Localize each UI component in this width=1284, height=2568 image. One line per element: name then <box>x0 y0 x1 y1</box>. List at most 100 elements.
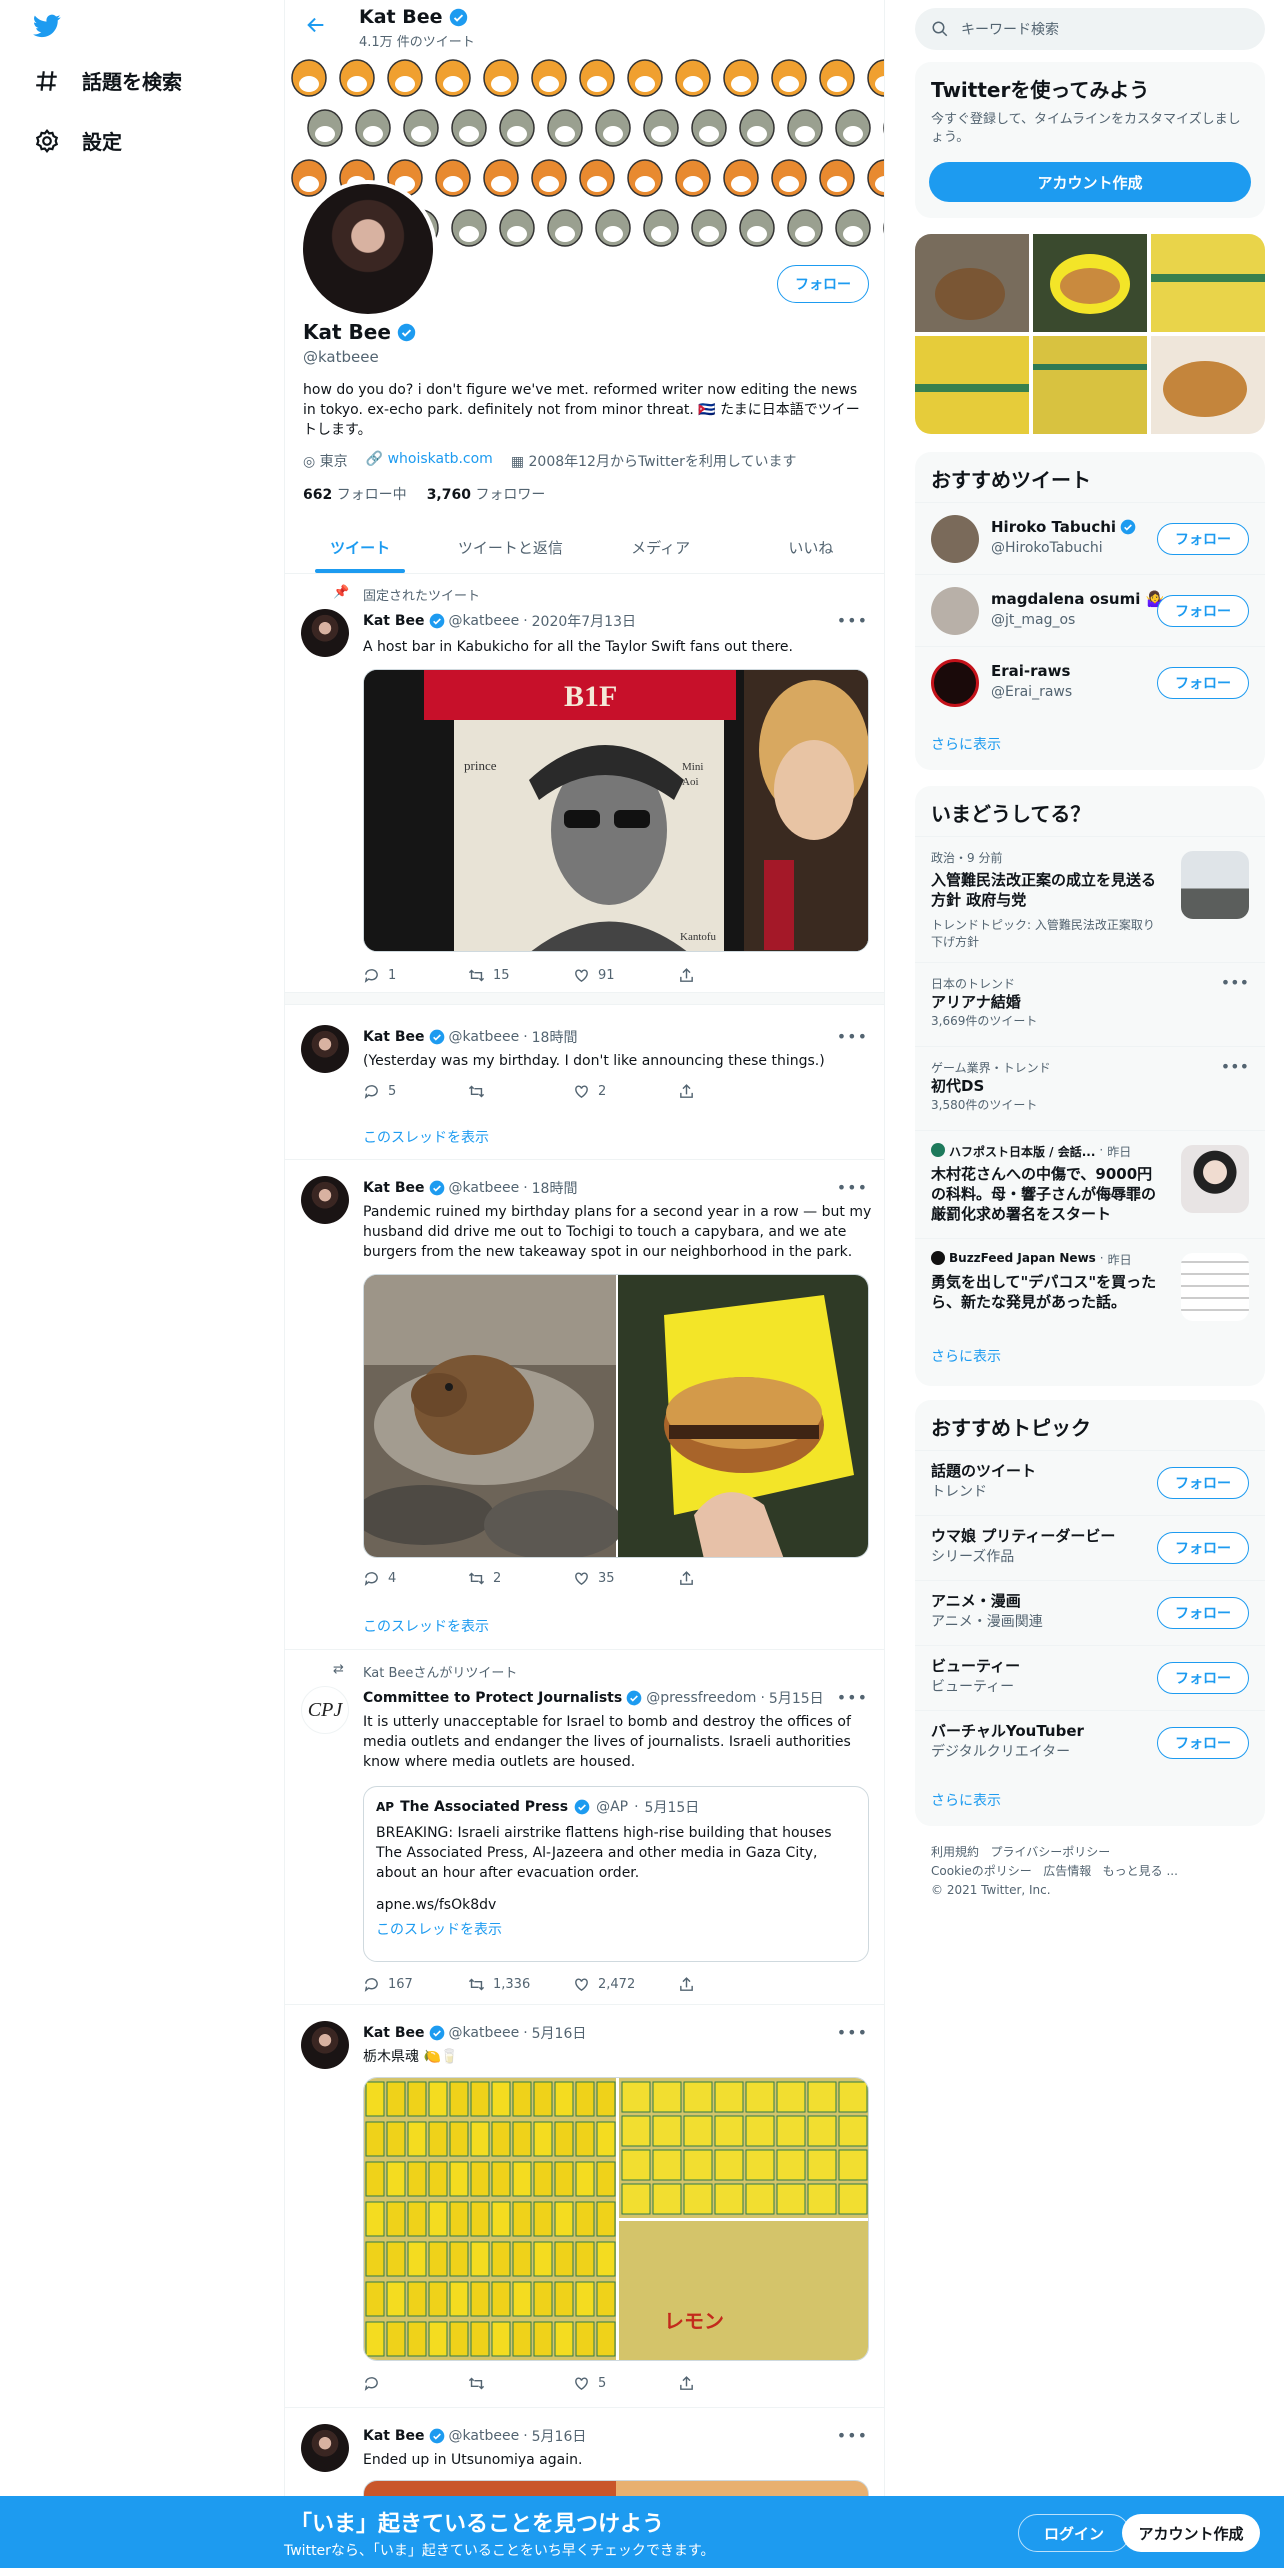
cpj-avatar[interactable]: CPJ <box>301 1686 349 1734</box>
twitter-logo-icon[interactable] <box>30 12 64 40</box>
follow-button[interactable]: フォロー <box>1157 1467 1249 1499</box>
tweet-capybara[interactable]: Kat Bee @katbeee · 18時間 ••• Pandemic rui… <box>285 1160 884 1650</box>
tweet-time[interactable]: 5月16日 <box>532 2426 587 2446</box>
back-arrow-icon[interactable] <box>305 14 327 36</box>
signup-button[interactable]: アカウント作成 <box>1122 2514 1260 2552</box>
retweet-action[interactable]: 15 <box>468 967 573 984</box>
follow-button[interactable]: フォロー <box>777 265 869 303</box>
media-preview-grid[interactable] <box>915 234 1265 434</box>
tweet-handle[interactable]: @katbeee <box>449 1029 520 1045</box>
website-item[interactable]: 🔗 whoiskatb.com <box>366 451 493 471</box>
tweet-time[interactable]: 2020年7月13日 <box>532 611 636 631</box>
create-account-button[interactable]: アカウント作成 <box>929 162 1251 202</box>
reply-action[interactable]: 1 <box>363 967 468 984</box>
like-action[interactable]: 2 <box>573 1083 678 1100</box>
retweet-action[interactable] <box>468 1083 573 1100</box>
user-avatar[interactable] <box>931 515 979 563</box>
show-thread-link[interactable]: このスレッドを表示 <box>363 1127 489 1147</box>
search-box[interactable]: キーワード検索 <box>915 8 1265 50</box>
follow-button[interactable]: フォロー <box>1157 523 1249 555</box>
topic-item[interactable]: アニメ・漫画 アニメ・漫画関連 フォロー <box>915 1580 1265 1645</box>
more-options-icon[interactable]: ••• <box>837 1178 868 1197</box>
retweet-action[interactable]: 2 <box>468 1570 573 1587</box>
website-link[interactable]: whoiskatb.com <box>388 451 493 467</box>
tweet-author-name[interactable]: Kat Bee <box>363 613 425 629</box>
tweet-author-name[interactable]: Kat Bee <box>363 2025 425 2041</box>
profile-avatar[interactable] <box>299 180 437 318</box>
suggested-user[interactable]: Hiroko Tabuchi @HirokoTabuchi フォロー <box>915 502 1265 574</box>
more-options-icon[interactable]: ••• <box>837 611 868 630</box>
following-stat[interactable]: 662 フォロー中 <box>303 484 407 504</box>
share-action[interactable] <box>678 967 783 984</box>
follow-button[interactable]: フォロー <box>1157 595 1249 627</box>
reply-action[interactable]: 4 <box>363 1570 468 1587</box>
more-options-icon[interactable]: ••• <box>1221 973 1249 992</box>
tab-media[interactable]: メディア <box>586 522 736 573</box>
like-action[interactable]: 35 <box>573 1570 678 1587</box>
more-options-icon[interactable]: ••• <box>1221 1057 1249 1076</box>
share-action[interactable] <box>678 2375 783 2392</box>
tweet-handle[interactable]: @katbeee <box>449 2428 520 2444</box>
footer-terms-link[interactable]: 利用規約 <box>931 1845 979 1859</box>
tweet-lemon-milk[interactable]: Kat Bee @katbeee · 5月16日 ••• 栃木県魂 🍋🥛 レモン… <box>285 2005 884 2408</box>
tab-tweets-replies[interactable]: ツイートと返信 <box>435 522 585 573</box>
tweet-author-name[interactable]: Kat Bee <box>363 2428 425 2444</box>
tweet-time[interactable]: 5月15日 <box>769 1688 824 1708</box>
tweet-retweet-cpj[interactable]: ⇄ Kat Beeさんがリツイート CPJ Committee to Prote… <box>285 1650 884 2005</box>
tab-likes[interactable]: いいね <box>736 522 884 573</box>
tweet-media-grid[interactable]: レモン <box>363 2077 869 2361</box>
footer-cookie-link[interactable]: Cookieのポリシー <box>931 1864 1032 1878</box>
tab-tweets[interactable]: ツイート <box>285 522 435 573</box>
tweet-pinned[interactable]: 📌 固定されたツイート Kat Bee @katbeee · 2020年7月13… <box>285 575 884 1005</box>
more-options-icon[interactable]: ••• <box>837 2023 868 2042</box>
suggested-user[interactable]: magdalena osumi 🤷‍♀️ @jt_mag_os フォロー <box>915 574 1265 646</box>
tweet-handle[interactable]: @katbeee <box>449 2025 520 2041</box>
quote-show-thread-link[interactable]: このスレッドを表示 <box>376 1919 856 1939</box>
like-action[interactable]: 91 <box>573 967 678 984</box>
share-action[interactable] <box>678 1570 783 1587</box>
user-avatar[interactable] <box>931 587 979 635</box>
tweet-avatar[interactable] <box>301 2424 349 2472</box>
trend-item[interactable]: ゲーム業界・トレンド 初代DS 3,580件のツイート ••• <box>915 1046 1265 1130</box>
reply-action[interactable] <box>363 2375 468 2392</box>
tweet-avatar[interactable] <box>301 1176 349 1224</box>
tweet-author-name[interactable]: Committee to Protect Journalists <box>363 1690 622 1706</box>
more-options-icon[interactable]: ••• <box>837 2426 868 2445</box>
topic-item[interactable]: 話題のツイート トレンド フォロー <box>915 1450 1265 1515</box>
tweet-avatar[interactable] <box>301 609 349 657</box>
tweet-handle[interactable]: @katbeee <box>449 1180 520 1196</box>
tweet-birthday[interactable]: Kat Bee @katbeee · 18時間 ••• (Yesterday w… <box>285 1005 884 1160</box>
follow-button[interactable]: フォロー <box>1157 1597 1249 1629</box>
trend-item[interactable]: 日本のトレンド アリアナ結婚 3,669件のツイート ••• <box>915 962 1265 1046</box>
footer-ads-link[interactable]: 広告情報 <box>1043 1864 1091 1878</box>
trend-item[interactable]: ハフポスト日本版 / 会話... · 昨日 木村花さんへの中傷で、9000円の科料。… <box>915 1130 1265 1238</box>
more-options-icon[interactable]: ••• <box>837 1027 868 1046</box>
follow-button[interactable]: フォロー <box>1157 667 1249 699</box>
tweet-time[interactable]: 5月16日 <box>532 2023 587 2043</box>
retweet-action[interactable] <box>468 2375 573 2392</box>
follow-button[interactable]: フォロー <box>1157 1662 1249 1694</box>
share-action[interactable] <box>678 1083 783 1100</box>
tweet-media-grid[interactable] <box>363 1274 869 1558</box>
quoted-tweet[interactable]: AP The Associated Press @AP · 5月15日 BREA… <box>363 1786 869 1962</box>
tweet-time[interactable]: 18時間 <box>532 1027 578 1047</box>
suggested-user[interactable]: Erai-raws @Erai_raws フォロー <box>915 646 1265 718</box>
reply-action[interactable]: 5 <box>363 1083 468 1100</box>
show-more-link[interactable]: さらに表示 <box>931 734 1001 754</box>
retweet-action[interactable]: 1,336 <box>468 1976 573 1993</box>
tweet-author-name[interactable]: Kat Bee <box>363 1180 425 1196</box>
follow-button[interactable]: フォロー <box>1157 1727 1249 1759</box>
user-avatar[interactable] <box>931 659 979 707</box>
tweet-media-image[interactable]: B1F prince Mini Aoi Kantofu <box>363 669 869 952</box>
footer-more-link[interactable]: もっと見る ... <box>1103 1864 1178 1878</box>
footer-privacy-link[interactable]: プライバシーポリシー <box>990 1845 1110 1859</box>
reply-action[interactable]: 167 <box>363 1976 468 1993</box>
show-more-link[interactable]: さらに表示 <box>931 1346 1001 1366</box>
follow-button[interactable]: フォロー <box>1157 1532 1249 1564</box>
topic-item[interactable]: バーチャルYouTuber デジタルクリエイター フォロー <box>915 1710 1265 1775</box>
share-action[interactable] <box>678 1976 783 1993</box>
login-button[interactable]: ログイン <box>1018 2514 1130 2552</box>
nav-settings[interactable]: 設定 <box>34 126 122 155</box>
tweet-handle[interactable]: @pressfreedom <box>646 1690 756 1706</box>
like-action[interactable]: 2,472 <box>573 1976 678 1993</box>
